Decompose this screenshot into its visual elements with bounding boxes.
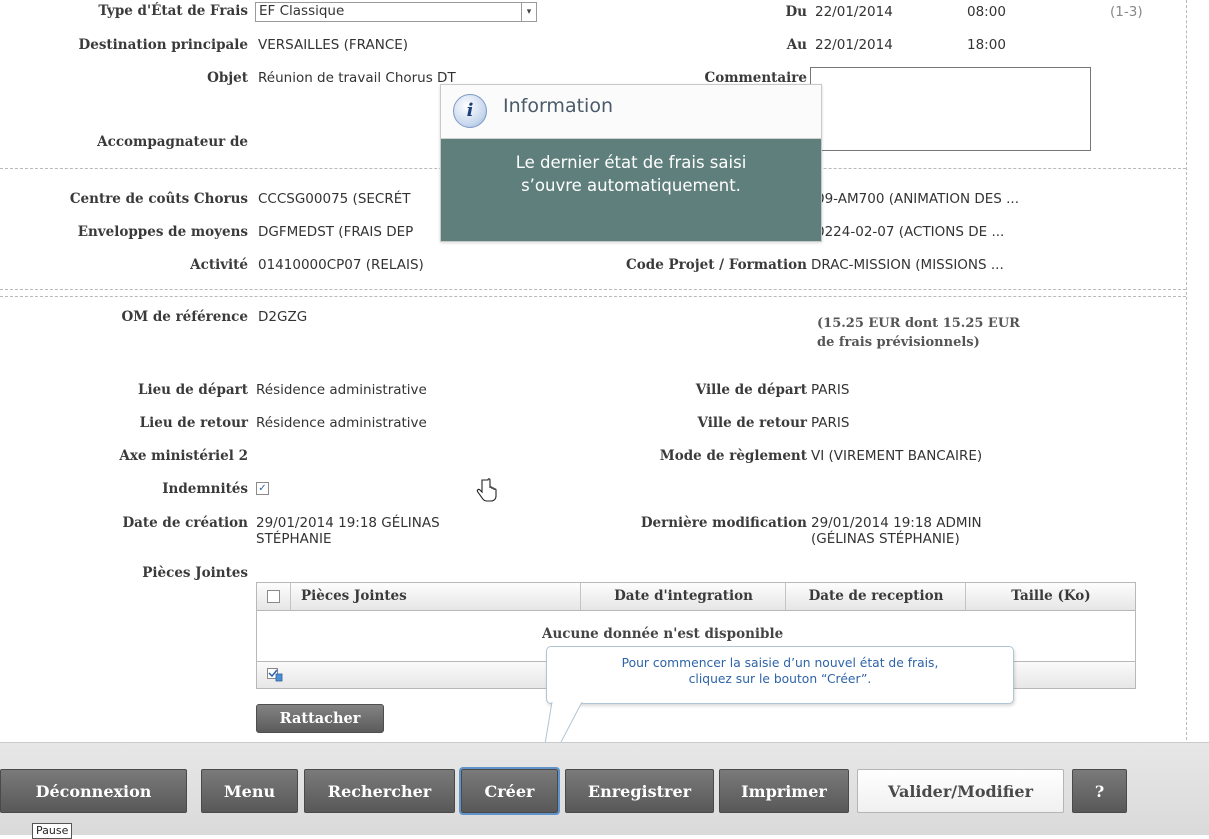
mode-reglement-label: Mode de règlement xyxy=(659,448,807,464)
indemnites-checkbox[interactable]: ✓ xyxy=(256,482,269,495)
derniere-modif-line-1: 29/01/2014 19:18 ADMIN xyxy=(811,515,982,531)
ville-depart-value: PARIS xyxy=(811,382,850,398)
date-creation-line-1: 29/01/2014 19:18 GÉLINAS xyxy=(256,515,440,531)
au-date: 22/01/2014 xyxy=(815,37,893,53)
chevron-down-icon[interactable]: ▾ xyxy=(521,3,536,21)
date-creation-label: Date de création xyxy=(122,515,248,531)
lieu-retour-value: Résidence administrative xyxy=(256,415,427,431)
creer-button[interactable]: Créer xyxy=(459,767,560,815)
du-date: 22/01/2014 xyxy=(815,4,893,20)
deconnexion-button[interactable]: Déconnexion xyxy=(0,769,187,813)
information-line-1: Le dernier état de frais saisi xyxy=(515,153,747,172)
destination-label: Destination principale xyxy=(78,37,248,53)
section-divider xyxy=(0,289,1186,290)
section-border xyxy=(1186,172,1187,740)
enveloppes-label: Enveloppes de moyens xyxy=(77,224,248,240)
section-border xyxy=(1186,0,1187,170)
montant-line-2: de frais prévisionnels) xyxy=(817,335,980,350)
axe-ministeriel-label: Axe ministériel 2 xyxy=(119,448,248,464)
du-time: 08:00 xyxy=(967,4,1006,20)
centre-couts-value: CCCSG00075 (SECRÉT xyxy=(258,191,411,207)
lieu-depart-label: Lieu de départ xyxy=(137,382,248,398)
column-header-pieces[interactable]: Pièces Jointes xyxy=(290,583,580,610)
rattacher-button[interactable]: Rattacher xyxy=(256,704,384,733)
information-title: Information xyxy=(503,95,613,117)
montant-line-1: (15.25 EUR dont 15.25 EUR xyxy=(817,316,1020,331)
information-line-2: s’ouvre automatiquement. xyxy=(521,176,741,195)
au-label: Au xyxy=(786,37,807,53)
ville-retour-value: PARIS xyxy=(811,415,850,431)
code-projet-label: Code Projet / Formation xyxy=(626,257,807,273)
extra-top-right: (1-3) xyxy=(1110,4,1143,20)
help-button[interactable]: ? xyxy=(1072,769,1127,813)
information-tooltip: i Information Le dernier état de frais s… xyxy=(440,84,822,242)
au-time: 18:00 xyxy=(967,37,1006,53)
callout-line-1: Pour commencer la saisie d’un nouvel éta… xyxy=(621,656,939,670)
derniere-modif-label: Dernière modification xyxy=(640,515,807,531)
ville-retour-label: Ville de retour xyxy=(697,415,807,431)
type-etat-select[interactable]: EF Classique ▾ xyxy=(255,2,537,22)
type-etat-value: EF Classique xyxy=(259,3,345,19)
creer-hint-callout: Pour commencer la saisie d’un nouvel éta… xyxy=(546,646,1014,704)
pause-button[interactable]: Pause xyxy=(32,823,73,839)
imprimer-button[interactable]: Imprimer xyxy=(719,769,849,813)
accompagnateur-label: Accompagnateur de xyxy=(97,134,248,150)
section-divider xyxy=(0,296,1186,297)
info-icon: i xyxy=(453,94,487,128)
derniere-modif-line-2: (GÉLINAS STÉPHANIE) xyxy=(811,531,960,547)
date-creation-line-2: STÉPHANIE xyxy=(256,531,332,547)
valider-modifier-button[interactable]: Valider/Modifier xyxy=(857,769,1064,813)
menu-button[interactable]: Menu xyxy=(201,769,298,813)
activite-label: Activité xyxy=(190,257,248,273)
information-tooltip-header: i Information xyxy=(441,85,821,139)
pieces-jointes-label: Pièces Jointes xyxy=(142,565,248,581)
empty-message: Aucune donnée n'est disponible xyxy=(542,626,784,642)
indemnites-label: Indemnités xyxy=(162,481,248,497)
commentaire-textarea[interactable] xyxy=(810,67,1091,151)
destination-value: VERSAILLES (FRANCE) xyxy=(258,37,409,53)
column-header-date-reception[interactable]: Date de reception xyxy=(785,583,966,610)
om-reference-label: OM de référence xyxy=(121,309,248,325)
enveloppes-value: DGFMEDST (FRAIS DEP xyxy=(258,224,414,240)
code-projet-value: DRAC-MISSION (MISSIONS ... xyxy=(811,257,1004,273)
lieu-depart-value: Résidence administrative xyxy=(256,382,427,398)
enregistrer-button[interactable]: Enregistrer xyxy=(565,769,714,813)
objet-label: Objet xyxy=(207,70,248,86)
activite-value: 01410000CP07 (RELAIS) xyxy=(258,257,424,273)
select-all-checkbox[interactable] xyxy=(267,590,280,603)
objet-value: Réunion de travail Chorus DT xyxy=(258,70,456,86)
callout-line-2: cliquez sur le bouton “Créer”. xyxy=(688,672,872,686)
type-etat-label: Type d'État de Frais xyxy=(98,3,248,19)
lieu-retour-label: Lieu de retour xyxy=(139,415,248,431)
grid-header: Pièces Jointes Date d'integration Date d… xyxy=(257,583,1135,611)
column-header-taille[interactable]: Taille (Ko) xyxy=(965,583,1136,610)
column-header-date-integration[interactable]: Date d'integration xyxy=(580,583,786,610)
centre-couts-label: Centre de coûts Chorus xyxy=(69,191,248,207)
hand-cursor-icon xyxy=(476,478,497,502)
ville-depart-label: Ville de départ xyxy=(695,382,807,398)
mode-reglement-value: VI (VIREMENT BANCAIRE) xyxy=(811,448,983,464)
domaine-value: 09-AM700 (ANIMATION DES ... xyxy=(816,191,1020,207)
enveloppes-right-value: 0224-02-07 (ACTIONS DE ... xyxy=(816,224,1005,240)
rechercher-button[interactable]: Rechercher xyxy=(304,769,455,813)
delete-selection-icon[interactable] xyxy=(267,668,283,682)
information-body: Le dernier état de frais saisi s’ouvre a… xyxy=(441,139,821,241)
du-label: Du xyxy=(785,4,807,20)
om-reference-value[interactable]: D2GZG xyxy=(258,309,307,325)
